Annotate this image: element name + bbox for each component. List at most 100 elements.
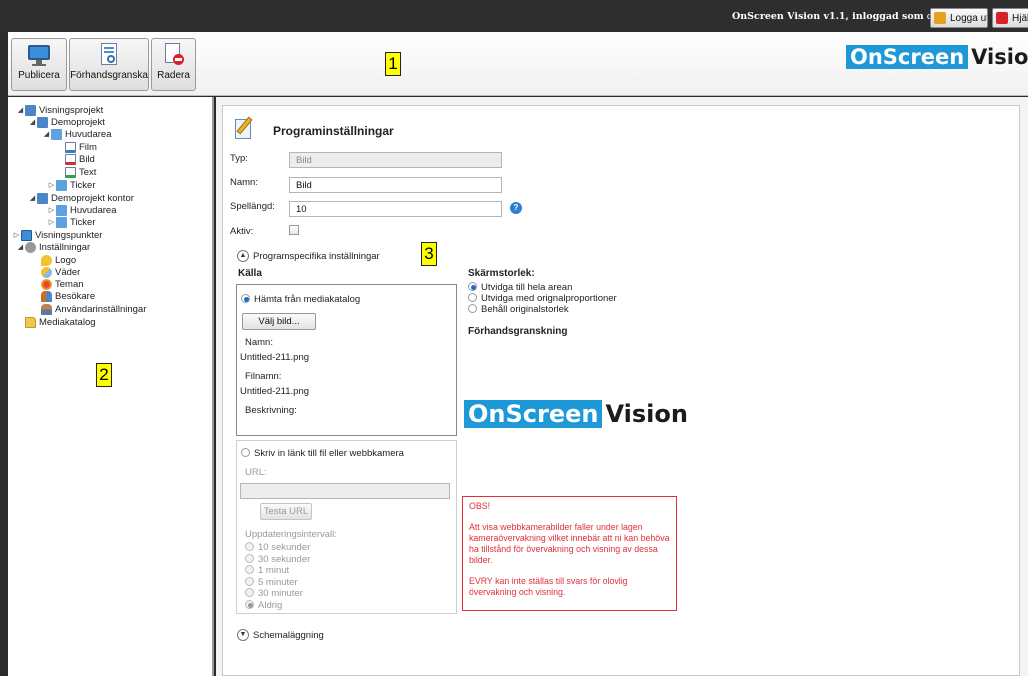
expanded-arrow-icon[interactable]: ◢ xyxy=(28,194,37,202)
typ-field: Bild xyxy=(289,152,502,168)
delete-button[interactable]: Radera xyxy=(151,38,196,91)
edit-document-icon xyxy=(233,116,257,140)
aktiv-label: Aktiv: xyxy=(230,226,254,237)
radio-button[interactable] xyxy=(245,553,254,563)
collapsed-arrow-icon[interactable]: ▷ xyxy=(47,218,56,226)
tree-item-visningspunkter[interactable]: ▷ Visningspunkter xyxy=(12,229,102,241)
interval-option[interactable]: Aldrig xyxy=(245,599,310,612)
collapsed-arrow-icon[interactable]: ▷ xyxy=(12,231,21,239)
project-icon xyxy=(37,192,48,204)
tree-item-logo[interactable]: Logo xyxy=(41,254,76,266)
collapsed-arrow-icon[interactable]: ▷ xyxy=(47,181,56,189)
interval-option[interactable]: 5 minuter xyxy=(245,576,310,589)
interval-option[interactable]: 1 minut xyxy=(245,565,310,577)
option-label: Utvidga till hela arean xyxy=(481,282,573,293)
logout-button[interactable]: Logga ut xyxy=(930,8,988,28)
tree-item-teman[interactable]: Teman xyxy=(41,278,84,290)
interval-option[interactable]: 10 sekunder xyxy=(245,542,310,554)
namn-field[interactable]: Bild xyxy=(289,177,502,193)
programspecifika-toggle[interactable]: Programspecifika inställningar xyxy=(253,251,380,262)
area-icon xyxy=(51,128,62,140)
option-label: 5 minuter xyxy=(258,576,298,588)
tree-item-bild[interactable]: Bild xyxy=(65,153,95,165)
radio-button[interactable] xyxy=(245,576,254,586)
option-label: Hämta från mediakatalog xyxy=(254,294,361,305)
tree-label: Besökare xyxy=(55,290,96,302)
radio-button[interactable] xyxy=(245,588,254,597)
top-bar: OnScreen Vision v1.1, inloggad som demo … xyxy=(0,0,1028,32)
forhandsgranskning-heading: Förhandsgranskning xyxy=(468,326,568,337)
logo-shield-icon xyxy=(41,254,52,266)
screen-size-option[interactable]: Utvidga till hela arean xyxy=(468,282,617,293)
radio-button[interactable] xyxy=(468,282,477,291)
screen-size-option[interactable]: Utvidga med orignalproportioner xyxy=(468,293,617,304)
interval-option[interactable]: 30 minuter xyxy=(245,588,310,600)
radio-button[interactable] xyxy=(245,599,254,609)
screen-size-option[interactable]: Behåll originalstorlek xyxy=(468,304,617,315)
tree-item-text[interactable]: Text xyxy=(65,166,96,178)
namn-sub-value: Untitled-211.png xyxy=(240,352,310,363)
collapsed-arrow-icon[interactable]: ▷ xyxy=(47,206,56,214)
tree-item-vader[interactable]: Väder xyxy=(41,266,80,278)
help-button[interactable]: Hjälp xyxy=(992,8,1028,28)
expand-arrow-icon[interactable]: ▼ xyxy=(237,629,249,641)
interval-option[interactable]: 30 sekunder xyxy=(245,553,310,566)
text-icon xyxy=(65,166,76,178)
radio-button[interactable] xyxy=(245,542,254,551)
toolbar: Publicera Förhandsgranska Radera 1 OnScr… xyxy=(8,32,1028,96)
test-url-button[interactable]: Testa URL xyxy=(260,503,312,520)
url-input[interactable] xyxy=(240,483,450,499)
expanded-arrow-icon[interactable]: ◢ xyxy=(42,130,51,138)
tree-item-ticker-kontor[interactable]: ▷ Ticker xyxy=(47,216,96,228)
tree-item-film[interactable]: Film xyxy=(65,141,97,153)
tree-item-huvudarea[interactable]: ◢ Huvudarea xyxy=(42,128,111,140)
help-icon[interactable]: ? xyxy=(510,202,522,214)
filnamn-label: Filnamn: xyxy=(245,371,282,382)
tree-item-installningar[interactable]: ◢ Inställningar xyxy=(16,241,90,253)
tree-label: Bild xyxy=(79,153,95,165)
logout-label: Logga ut xyxy=(950,12,988,24)
radio-button[interactable] xyxy=(245,565,254,574)
project-icon xyxy=(25,104,36,116)
obs-title: OBS! xyxy=(469,501,491,511)
preview-button[interactable]: Förhandsgranska xyxy=(69,38,149,91)
user-settings-icon xyxy=(41,303,52,315)
delete-label: Radera xyxy=(157,70,190,81)
aktiv-checkbox[interactable] xyxy=(289,225,299,235)
tree-item-anvandarinstallningar[interactable]: Användarinställningar xyxy=(41,303,146,315)
media-source-option[interactable]: Hämta från mediakatalog xyxy=(241,294,360,305)
tree-label: Väder xyxy=(55,266,81,278)
tree-label: Visningspunkter xyxy=(35,229,103,241)
option-label: Utvidga med orignalproportioner xyxy=(481,293,617,304)
tree-label: Demoprojekt kontor xyxy=(51,192,134,204)
tree-item-mediakatalog[interactable]: Mediakatalog xyxy=(25,316,96,328)
filnamn-value: Untitled-211.png xyxy=(240,386,310,397)
schemalaggning-toggle[interactable]: Schemaläggning xyxy=(253,630,324,641)
radio-button[interactable] xyxy=(468,304,477,313)
page-title: Programinställningar xyxy=(273,124,394,138)
choose-image-button[interactable]: Välj bild... xyxy=(242,313,316,330)
tree-item-huvudarea-kontor[interactable]: ▷ Huvudarea xyxy=(47,204,116,216)
expanded-arrow-icon[interactable]: ◢ xyxy=(28,118,37,126)
radio-button[interactable] xyxy=(241,448,250,457)
tree-label: Teman xyxy=(55,278,84,290)
tree-item-visningsprojekt[interactable]: ◢ Visningsprojekt xyxy=(16,104,103,116)
tree-item-demoprojekt-kontor[interactable]: ◢ Demoprojekt kontor xyxy=(28,192,134,204)
tree-item-ticker[interactable]: ▷ Ticker xyxy=(47,179,96,191)
radio-button[interactable] xyxy=(241,294,250,303)
radio-button[interactable] xyxy=(468,293,477,302)
collapse-arrow-icon[interactable]: ▲ xyxy=(237,250,249,262)
onscreen-vision-logo: OnScreen Vision xyxy=(846,43,1028,71)
tree-item-besokare[interactable]: Besökare xyxy=(41,290,95,302)
uppdatering-label: Uppdateringsintervall: xyxy=(245,529,337,540)
spellangd-label: Spellängd: xyxy=(230,201,275,212)
spellangd-field[interactable]: 10 xyxy=(289,201,502,217)
tree-item-demoprojekt[interactable]: ◢ Demoprojekt xyxy=(28,116,105,128)
publish-button[interactable]: Publicera xyxy=(11,38,67,91)
expanded-arrow-icon[interactable]: ◢ xyxy=(16,243,25,251)
main-panel: Programinställningar Typ: Bild Namn: Bil… xyxy=(216,97,1028,676)
url-source-option[interactable]: Skriv in länk till fil eller webbkamera xyxy=(241,448,404,459)
tree-label: Ticker xyxy=(70,216,96,228)
option-label: 1 minut xyxy=(258,565,290,576)
expanded-arrow-icon[interactable]: ◢ xyxy=(16,106,25,114)
